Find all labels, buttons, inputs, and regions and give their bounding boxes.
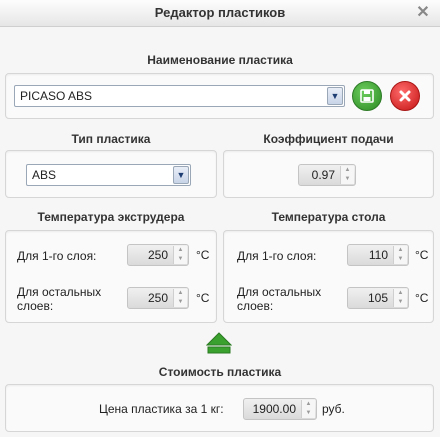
extruder-temp-panel: Для 1-го слоя: 250 ▲ ▼ °C Для остальных с…	[5, 230, 217, 323]
bed-first-layer-stepper[interactable]: 110 ▲ ▼	[347, 244, 409, 266]
extruder-first-layer-label: Для 1-го слоя:	[17, 249, 97, 263]
extruder-rest-layers-stepper[interactable]: 250 ▲ ▼	[127, 287, 189, 309]
stepper-arrows-icon[interactable]: ▲ ▼	[393, 289, 407, 307]
plastic-type-label: Тип пластика	[71, 132, 151, 146]
bed-rest-layers-stepper[interactable]: 105 ▲ ▼	[347, 287, 409, 309]
save-button[interactable]	[352, 81, 382, 111]
plastic-type-value: ABS	[32, 168, 57, 182]
cost-panel: Цена пластика за 1 кг: 1900.00 ▲ ▼ руб.	[5, 384, 434, 432]
plastic-type-panel: ABS ▼	[5, 150, 217, 198]
feed-coefficient-value: 0.97	[311, 168, 335, 182]
price-per-kg-label: Цена пластика за 1 кг:	[99, 402, 224, 416]
close-window-icon[interactable]: ✕	[414, 4, 432, 22]
bed-first-layer-label: Для 1-го слоя:	[237, 249, 317, 263]
extruder-rest-label-line1: Для остальных	[17, 285, 102, 299]
bed-rest-layers-value: 105	[367, 291, 388, 305]
extruder-rest-layers-value: 250	[147, 291, 168, 305]
price-per-kg-value: 1900.00	[252, 402, 296, 416]
bed-temp-panel: Для 1-го слоя: 110 ▲ ▼ °C Для остальных с…	[223, 230, 434, 323]
plastic-name-label: Наименование пластика	[147, 53, 293, 67]
extruder-first-layer-stepper[interactable]: 250 ▲ ▼	[127, 244, 189, 266]
stepper-arrows-icon[interactable]: ▲ ▼	[173, 289, 187, 307]
chevron-down-icon[interactable]: ▼	[327, 87, 343, 105]
window-title: Редактор пластиков	[154, 5, 286, 20]
stepper-arrows-icon[interactable]: ▲ ▼	[301, 400, 315, 418]
extruder-rest-label-line2: слоев:	[17, 299, 54, 313]
upload-arrow-icon[interactable]	[206, 332, 232, 354]
bed-temp-label: Температура стола	[271, 210, 386, 224]
chevron-down-icon[interactable]: ▼	[173, 166, 189, 184]
bed-rest-label-line2: слоев:	[237, 299, 274, 313]
cost-label: Стоимость пластика	[158, 365, 282, 379]
stepper-arrows-icon[interactable]: ▲ ▼	[340, 166, 354, 184]
extruder-rest-unit: °C	[196, 291, 210, 305]
extruder-temp-label: Температура экструдера	[37, 210, 185, 224]
stepper-arrows-icon[interactable]: ▲ ▼	[173, 246, 187, 264]
plastic-type-select[interactable]: ABS ▼	[26, 164, 191, 186]
plastic-name-value: PICASO ABS	[20, 89, 93, 103]
window-titlebar: Редактор пластиков ✕	[0, 0, 440, 27]
bed-first-unit: °C	[415, 248, 429, 262]
extruder-first-unit: °C	[196, 248, 210, 262]
bed-rest-unit: °C	[415, 291, 429, 305]
floppy-disk-icon	[360, 89, 374, 103]
price-per-kg-stepper[interactable]: 1900.00 ▲ ▼	[243, 398, 317, 420]
extruder-rest-layers-label: Для остальных слоев:	[17, 285, 101, 313]
feed-coefficient-stepper[interactable]: 0.97 ▲ ▼	[298, 164, 356, 186]
bed-rest-layers-label: Для остальных слоев:	[237, 285, 321, 313]
bed-first-layer-value: 110	[368, 248, 388, 262]
feed-coefficient-label: Коэффициент подачи	[263, 132, 394, 146]
bed-rest-label-line1: Для остальных	[237, 285, 322, 299]
close-icon	[399, 90, 411, 102]
delete-button[interactable]	[390, 81, 420, 111]
currency-label: руб.	[322, 402, 345, 416]
extruder-first-layer-value: 250	[147, 248, 168, 262]
plastic-name-select[interactable]: PICASO ABS ▼	[14, 85, 345, 107]
plastic-name-panel: PICASO ABS ▼	[5, 73, 434, 119]
stepper-arrows-icon[interactable]: ▲ ▼	[393, 246, 407, 264]
feed-coefficient-panel: 0.97 ▲ ▼	[223, 150, 434, 198]
